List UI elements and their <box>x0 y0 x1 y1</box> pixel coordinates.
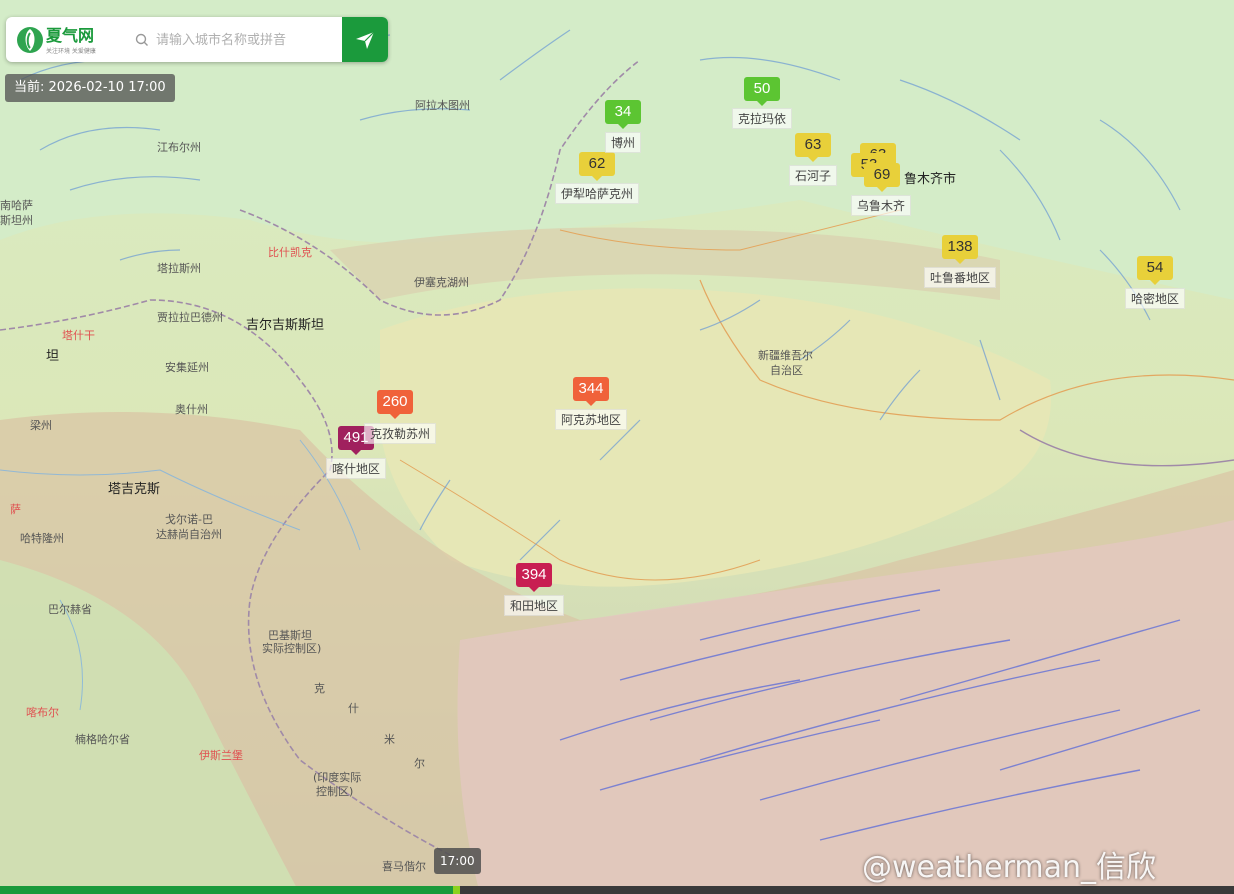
map-label-kyrgyzstan: 吉尔吉斯斯坦 <box>246 318 325 333</box>
city-label-urumqi: 乌鲁木齐 <box>850 195 912 216</box>
aqi-marker-hotan[interactable]: 394 <box>516 563 552 592</box>
city-label-karamay: 克拉玛依 <box>731 108 793 129</box>
aqi-marker-urumqi-c[interactable]: 69 <box>864 163 900 192</box>
paper-plane-icon <box>356 31 375 49</box>
map-label-tan: 坦 <box>46 349 60 364</box>
map-label-nangarhar: 楠格哈尔省 <box>75 733 130 746</box>
search-icon <box>135 33 148 46</box>
map-label-fergana: 梁州 <box>30 419 52 432</box>
timeline-bar[interactable] <box>0 886 1234 894</box>
site-logo[interactable]: 夏气网 关注环境 关爱健康 <box>16 23 126 57</box>
map-label-tashkent: 塔什干 <box>62 329 95 342</box>
aqi-marker-aksu[interactable]: 344 <box>573 377 609 406</box>
aqi-marker-karamay[interactable]: 50 <box>744 77 780 106</box>
map-label-tajikistan: 塔吉克斯 <box>108 482 161 497</box>
map-label-osh: 奥什州 <box>175 403 208 416</box>
map-label-andijan: 安集延州 <box>165 361 209 374</box>
aqi-marker-bozhou[interactable]: 34 <box>605 100 641 129</box>
aqi-marker-shihezi[interactable]: 63 <box>795 133 831 162</box>
city-label-aksu: 阿克苏地区 <box>554 409 628 430</box>
city-label-turpan: 吐鲁番地区 <box>923 267 997 288</box>
map-label-pakistan-control-2: 实际控制区) <box>262 642 322 655</box>
city-label-hotan: 和田地区 <box>503 595 565 616</box>
timeline-handle[interactable] <box>452 886 460 894</box>
watermark: @weatherman_信欣 <box>862 850 1157 885</box>
city-label-ili: 伊犁哈萨克州 <box>554 183 640 204</box>
city-label-kizilsu: 克孜勒苏州 <box>363 423 437 444</box>
map-label-issyk-kul: 伊塞克湖州 <box>414 276 469 289</box>
map-label-jambyl: 江布尔州 <box>157 141 201 154</box>
map-label-mi: 米 <box>384 733 395 746</box>
map-label-gorno-2: 达赫尚自治州 <box>156 528 222 541</box>
map-label-urumqi-city: 鲁木齐市 <box>904 172 957 187</box>
map-label-ke: 克 <box>314 682 325 695</box>
map-label-bishkek: 比什凯克 <box>268 246 312 259</box>
logo-text: 夏气网 <box>45 26 94 45</box>
search-bar: 夏气网 关注环境 关爱健康 <box>6 17 388 62</box>
map-label-himachal: 喜马偕尔 <box>382 860 426 873</box>
map-label-khatlon: 哈特隆州 <box>20 532 64 545</box>
map-label-shi: 什 <box>348 702 359 715</box>
aqi-marker-turpan[interactable]: 138 <box>942 235 978 264</box>
map-label-xinjiang-2: 自治区 <box>770 364 803 377</box>
map-label-islamabad: 伊斯兰堡 <box>199 749 243 762</box>
logo-slogan: 关注环境 关爱健康 <box>46 47 96 55</box>
city-search-input[interactable] <box>156 29 341 51</box>
map-label-jalalabad: 贾拉拉巴德州 <box>157 311 223 324</box>
aqi-marker-hami[interactable]: 54 <box>1137 256 1173 285</box>
timeline-progress <box>0 886 453 894</box>
aqi-marker-kizilsu[interactable]: 260 <box>377 390 413 419</box>
timeline-tooltip: 17:00 <box>434 848 481 874</box>
locate-button[interactable] <box>342 17 388 62</box>
city-label-bozhou: 博州 <box>604 132 642 153</box>
map-label-balkh: 巴尔赫省 <box>48 603 92 616</box>
map-label-almaty: 阿拉木图州 <box>415 99 470 112</box>
map-label-dushanbe: 萨 <box>10 503 21 516</box>
map-label-kabul: 喀布尔 <box>26 706 59 719</box>
city-label-kashgar: 喀什地区 <box>325 458 387 479</box>
aqi-marker-ili[interactable]: 62 <box>579 152 615 181</box>
map-label-gorno: 戈尔诺-巴 <box>165 513 213 526</box>
map-label-er: 尔 <box>414 757 425 770</box>
map-label-india-control-2: 控制区) <box>316 785 354 798</box>
map-label-talas: 塔拉斯州 <box>157 262 201 275</box>
map-label-south-kazakh: 南哈萨 <box>0 199 33 212</box>
city-label-shihezi: 石河子 <box>788 165 838 186</box>
map-label-xinjiang: 新疆维吾尔 <box>758 349 813 362</box>
map-label-south-kazakh-2: 斯坦州 <box>0 214 33 227</box>
city-label-hami: 哈密地区 <box>1124 288 1186 309</box>
current-time-label: 当前: 2026-02-10 17:00 <box>5 74 175 102</box>
